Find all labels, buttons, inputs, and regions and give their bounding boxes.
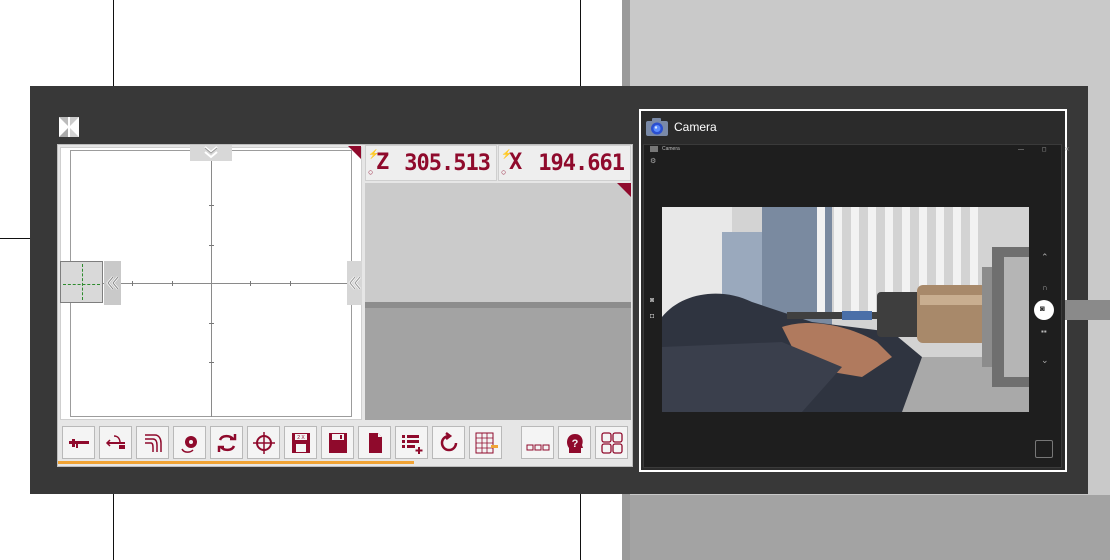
swap-arrows-icon: [217, 433, 236, 452]
axis-tick: [209, 323, 214, 324]
window-controls[interactable]: — ◻ ✕: [1018, 146, 1077, 153]
corner-flag-icon: [348, 146, 361, 159]
refresh-icon: [440, 431, 457, 451]
axis-tick: [209, 205, 214, 206]
camera-live-preview: [662, 207, 1029, 412]
photo-mode-icon[interactable]: ◙: [650, 297, 654, 304]
tool-holder-icon: [180, 435, 197, 453]
angle-tool-button[interactable]: [136, 426, 169, 459]
list-add-button[interactable]: [395, 426, 428, 459]
thumbnail-axis: [82, 264, 84, 300]
measure-tool-button[interactable]: [99, 426, 132, 459]
caliper-tool-button[interactable]: [62, 426, 95, 459]
dro-axis-label: Z: [376, 150, 390, 175]
circle-icon: ○: [368, 167, 374, 177]
chevron-left-double-icon: [348, 276, 361, 290]
save-button[interactable]: [321, 426, 354, 459]
plot-vertical-axis: [211, 150, 212, 417]
desktop-edge: [1065, 300, 1110, 320]
info-panel-upper: [365, 183, 631, 303]
grid-layout-icon: [600, 431, 623, 454]
crosshair-button[interactable]: [247, 426, 280, 459]
chevron-left-double-icon: [106, 276, 119, 290]
axis-tick: [172, 281, 173, 286]
list-add-icon: [401, 434, 422, 454]
axis-tick: [250, 281, 251, 286]
camera-small-icon: [650, 146, 658, 152]
axis-tick: [132, 281, 133, 286]
preview-thumbnail[interactable]: [60, 261, 103, 303]
dro-z-readout[interactable]: ⚡ ○ Z 305.513: [365, 145, 497, 181]
collapse-top-button[interactable]: [190, 145, 232, 161]
angle-lines-icon: [144, 433, 162, 452]
collapse-right-button[interactable]: [347, 261, 362, 305]
document-button[interactable]: [358, 426, 391, 459]
dro-value: 194.661: [538, 151, 625, 176]
app-logo-icon: [59, 117, 79, 137]
save-as-button[interactable]: 2 X: [284, 426, 317, 459]
floppy-disk-icon: [328, 432, 347, 453]
expand-left-button[interactable]: [104, 261, 121, 305]
caliper-icon: [68, 438, 89, 448]
dro-value: 305.513: [404, 151, 491, 176]
save-as-icon: 2 X: [291, 432, 310, 453]
svg-text:2 X: 2 X: [297, 435, 305, 441]
dro-x-readout[interactable]: ⚡ ○ X 194.661: [498, 145, 631, 181]
chevron-down-double-icon: [204, 146, 218, 159]
desktop-background-lower: [622, 495, 1110, 560]
table-button[interactable]: [469, 426, 502, 459]
crosshair-icon: [252, 431, 275, 454]
grid-icon[interactable]: ▪▪: [1041, 327, 1047, 336]
camera-icon: ◙: [1040, 304, 1045, 313]
dro-axis-label: X: [509, 150, 523, 175]
circle-icon: ○: [501, 167, 507, 177]
info-panel-lower: [365, 308, 631, 420]
help-head-icon: ?: [566, 433, 583, 453]
camera-app-icon: [645, 117, 669, 137]
axis-tick: [209, 362, 214, 363]
measure-arrow-icon: [105, 434, 125, 449]
settings-icon[interactable]: ⚙: [650, 157, 656, 165]
ellipsis-icon: [526, 444, 549, 450]
corner-flag-icon: [617, 183, 631, 197]
refresh-button[interactable]: [432, 426, 465, 459]
axis-tick: [209, 245, 214, 246]
swap-button[interactable]: [210, 426, 243, 459]
document-icon: [368, 432, 382, 453]
camera-inner-title: Camera: [662, 146, 680, 152]
table-pencil-icon: [475, 432, 498, 453]
more-button[interactable]: [521, 426, 554, 459]
chevron-up-icon[interactable]: ⌃: [1041, 252, 1049, 263]
progress-bar: [58, 461, 414, 464]
switch-camera-icon[interactable]: ∩: [1042, 283, 1048, 292]
camera-window-title: Camera: [674, 120, 717, 134]
video-mode-icon[interactable]: ◘: [650, 313, 654, 320]
gallery-thumbnail[interactable]: [1035, 440, 1053, 458]
chevron-down-icon[interactable]: ⌄: [1041, 355, 1049, 366]
help-button[interactable]: ?: [558, 426, 591, 459]
layout-button[interactable]: [595, 426, 628, 459]
svg-text:?: ?: [571, 438, 578, 450]
tool-holder-button[interactable]: [173, 426, 206, 459]
axis-tick: [290, 281, 291, 286]
